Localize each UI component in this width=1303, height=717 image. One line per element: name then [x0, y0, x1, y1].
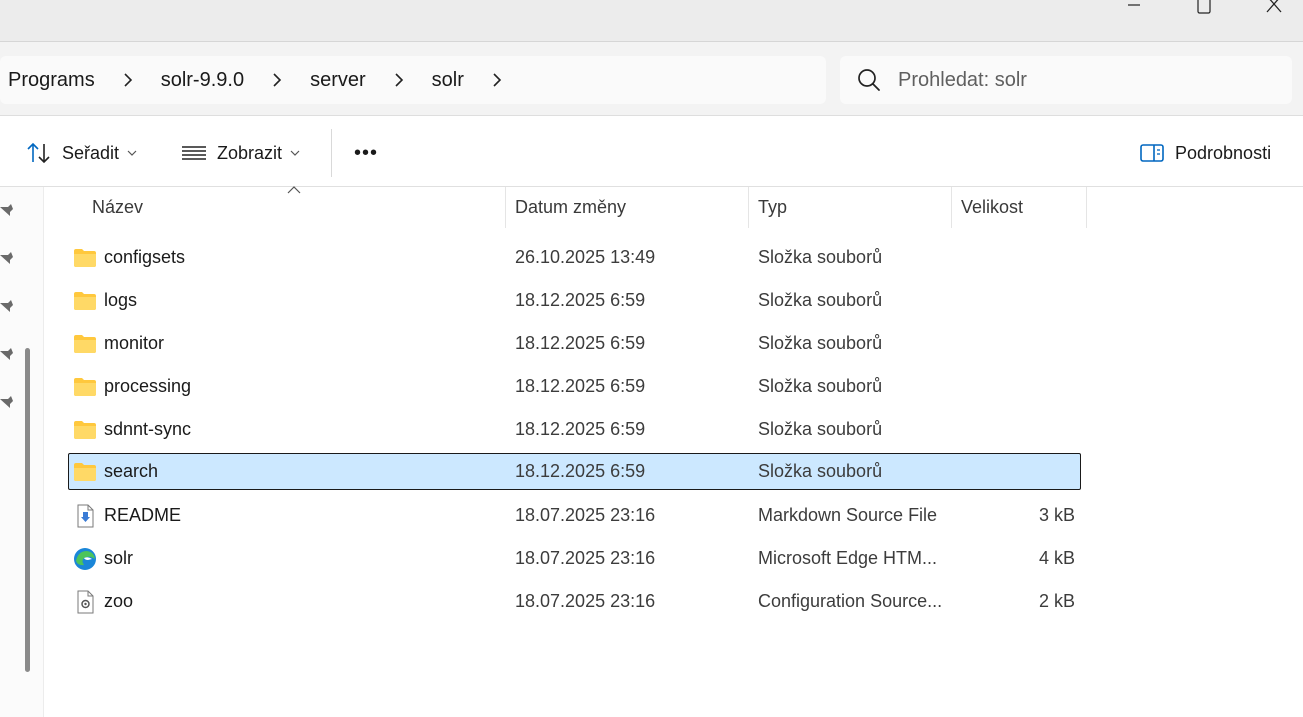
- file-date: 18.12.2025 6:59: [515, 419, 646, 439]
- breadcrumb-chevron-icon[interactable]: [97, 56, 159, 104]
- minimize-button[interactable]: [1111, 0, 1157, 16]
- file-size: 2 kB: [1038, 591, 1075, 611]
- file-type: Markdown Source File: [758, 505, 938, 525]
- folder-icon: [74, 249, 96, 267]
- pin-icon[interactable]: [0, 299, 14, 313]
- column-divider[interactable]: [748, 187, 749, 228]
- column-header-size[interactable]: Velikost: [961, 187, 1023, 228]
- column-divider[interactable]: [1086, 187, 1087, 228]
- address-bar-row: Programs solr-9.9.0 server solr: [0, 42, 1303, 116]
- pin-icon[interactable]: [0, 347, 14, 361]
- file-row-logs[interactable]: logs 18.12.2025 6:59 Složka souborů: [68, 282, 1081, 319]
- markdown-file-icon: [77, 504, 94, 528]
- file-row-sdnnt-sync[interactable]: sdnnt-sync 18.12.2025 6:59 Složka soubor…: [68, 411, 1081, 448]
- config-file-icon: [77, 590, 94, 614]
- column-divider[interactable]: [505, 187, 506, 228]
- file-row-readme[interactable]: README 18.07.2025 23:16 Markdown Source …: [68, 497, 1081, 534]
- folder-icon: [74, 378, 96, 396]
- pin-icon[interactable]: [0, 395, 14, 409]
- maximize-button[interactable]: [1181, 0, 1227, 16]
- navigation-scrollbar[interactable]: [25, 348, 30, 672]
- file-name: configsets: [104, 247, 186, 267]
- file-row-solr[interactable]: solr 18.07.2025 23:16 Microsoft Edge HTM…: [68, 540, 1081, 577]
- file-name: solr: [104, 548, 134, 568]
- file-date: 18.12.2025 6:59: [515, 461, 646, 481]
- close-button[interactable]: [1251, 0, 1297, 16]
- view-label: Zobrazit: [217, 142, 283, 163]
- file-row-search[interactable]: search 18.12.2025 6:59 Složka souborů: [68, 453, 1081, 490]
- file-date: 18.07.2025 23:16: [515, 548, 656, 568]
- file-date: 18.12.2025 6:59: [515, 376, 646, 396]
- file-name: monitor: [104, 333, 165, 353]
- sort-ascending-icon: [287, 186, 301, 194]
- folder-icon: [74, 463, 96, 481]
- command-bar: Seřadit Zobrazit ••• Podrobnosti: [0, 117, 1303, 187]
- file-row-processing[interactable]: processing 18.12.2025 6:59 Složka soubor…: [68, 368, 1081, 405]
- file-type: Configuration Source...: [758, 591, 943, 611]
- column-header-type[interactable]: Typ: [758, 187, 787, 228]
- navigation-pane: [0, 187, 44, 717]
- file-date: 26.10.2025 13:49: [515, 247, 656, 267]
- chevron-down-icon: [127, 149, 137, 157]
- title-bar: [0, 0, 1303, 42]
- column-header-date[interactable]: Datum změny: [515, 187, 626, 228]
- file-name: zoo: [104, 591, 134, 611]
- sort-icon: [27, 142, 50, 164]
- more-icon: •••: [354, 141, 379, 164]
- file-type: Microsoft Edge HTM...: [758, 548, 938, 568]
- details-pane-button[interactable]: Podrobnosti: [1139, 131, 1271, 175]
- pin-icon[interactable]: [0, 251, 14, 265]
- file-name: sdnnt-sync: [104, 419, 192, 439]
- file-type: Složka souborů: [758, 419, 883, 439]
- breadcrumb-chevron-icon[interactable]: [246, 56, 308, 104]
- file-size: 3 kB: [1038, 505, 1075, 525]
- file-date: 18.12.2025 6:59: [515, 290, 646, 310]
- search-icon: [840, 56, 898, 104]
- file-row-configsets[interactable]: configsets 26.10.2025 13:49 Složka soubo…: [68, 239, 1081, 276]
- file-type: Složka souborů: [758, 290, 883, 310]
- minimize-icon: [1128, 4, 1140, 6]
- details-label: Podrobnosti: [1175, 142, 1272, 163]
- breadcrumb[interactable]: Programs solr-9.9.0 server solr: [0, 56, 826, 104]
- breadcrumb-chevron-icon[interactable]: [368, 56, 430, 104]
- search-box[interactable]: [840, 56, 1292, 104]
- more-options-button[interactable]: •••: [354, 131, 378, 175]
- file-name: search: [104, 461, 159, 481]
- sort-label: Seřadit: [62, 142, 120, 163]
- file-name: logs: [104, 290, 138, 310]
- search-input[interactable]: [898, 68, 1278, 92]
- file-row-monitor[interactable]: monitor 18.12.2025 6:59 Složka souborů: [68, 325, 1081, 362]
- close-icon: [1266, 0, 1282, 13]
- breadcrumb-item-server[interactable]: server: [308, 69, 368, 92]
- file-row-zoo[interactable]: zoo 18.07.2025 23:16 Configuration Sourc…: [68, 583, 1081, 620]
- column-header-name[interactable]: Název: [92, 187, 143, 228]
- file-date: 18.07.2025 23:16: [515, 505, 656, 525]
- file-size: 4 kB: [1038, 548, 1075, 568]
- file-date: 18.12.2025 6:59: [515, 333, 646, 353]
- chevron-down-icon: [290, 149, 300, 157]
- folder-icon: [74, 335, 96, 353]
- file-date: 18.07.2025 23:16: [515, 591, 656, 611]
- breadcrumb-chevron-icon[interactable]: [466, 56, 528, 104]
- file-type: Složka souborů: [758, 247, 883, 267]
- edge-html-file-icon: [74, 548, 96, 570]
- file-type: Složka souborů: [758, 333, 883, 353]
- details-pane-icon: [1140, 144, 1164, 162]
- folder-icon: [74, 292, 96, 310]
- file-name: processing: [104, 376, 192, 396]
- column-divider[interactable]: [951, 187, 952, 228]
- sort-button[interactable]: Seřadit: [26, 131, 137, 175]
- file-name: README: [104, 505, 182, 525]
- breadcrumb-item-programs[interactable]: Programs: [6, 69, 97, 92]
- breadcrumb-item-solr-9-9-0[interactable]: solr-9.9.0: [159, 69, 246, 92]
- maximize-icon: [1197, 0, 1211, 14]
- view-list-icon: [182, 146, 206, 160]
- pin-icon[interactable]: [0, 203, 14, 217]
- command-separator: [331, 129, 332, 177]
- file-type: Složka souborů: [758, 461, 883, 481]
- file-type: Složka souborů: [758, 376, 883, 396]
- view-button[interactable]: Zobrazit: [181, 131, 300, 175]
- folder-icon: [74, 421, 96, 439]
- breadcrumb-item-solr[interactable]: solr: [430, 69, 466, 92]
